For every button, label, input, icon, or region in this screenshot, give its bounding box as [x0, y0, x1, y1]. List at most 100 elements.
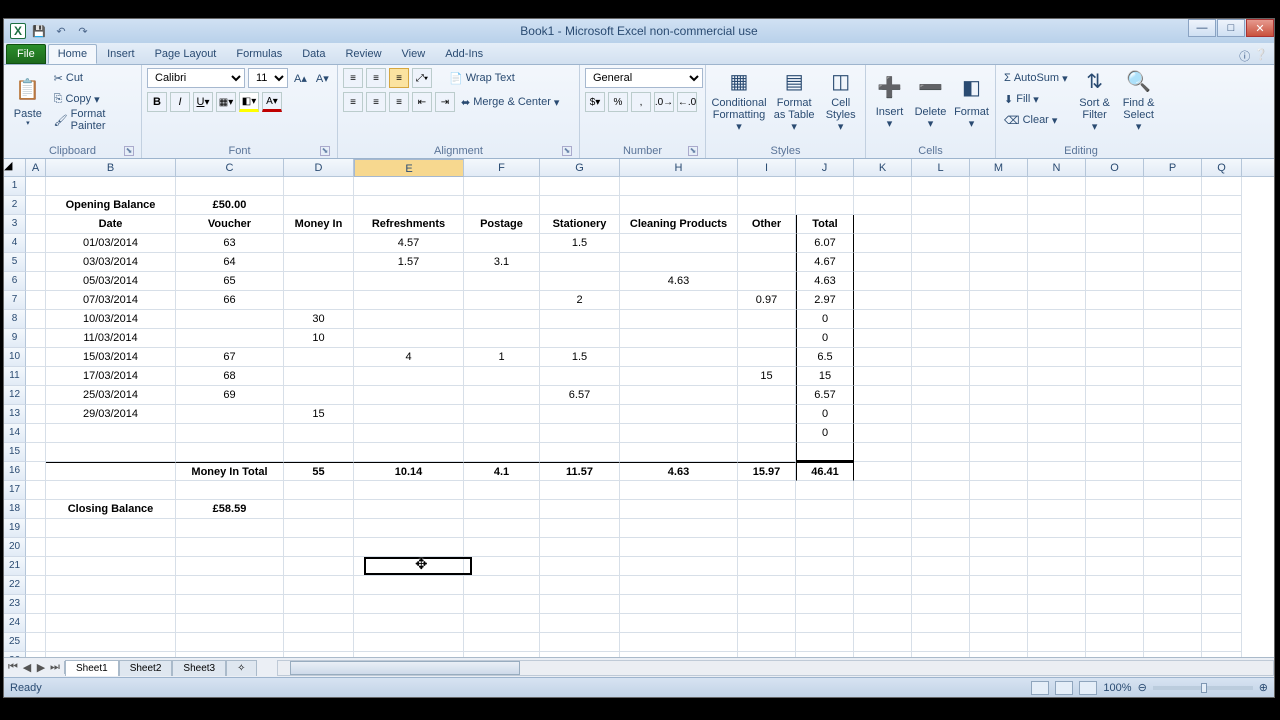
cell[interactable]	[620, 310, 738, 329]
cell[interactable]	[738, 481, 796, 500]
format-cells-button[interactable]: ◧Format▾	[953, 68, 990, 134]
cell[interactable]	[1028, 310, 1086, 329]
cell[interactable]	[354, 177, 464, 196]
cell[interactable]	[354, 196, 464, 215]
cell[interactable]	[540, 481, 620, 500]
cell[interactable]	[46, 576, 176, 595]
cell[interactable]: Date	[46, 215, 176, 234]
col-header[interactable]: A	[26, 159, 46, 177]
cell[interactable]: 4.63	[796, 272, 854, 291]
cell[interactable]	[354, 519, 464, 538]
conditional-formatting-button[interactable]: ▦Conditional Formatting▾	[711, 68, 767, 134]
cell[interactable]	[854, 329, 912, 348]
cell[interactable]	[1028, 519, 1086, 538]
cell[interactable]	[176, 443, 284, 462]
fill-color-button[interactable]: ◧▾	[239, 92, 259, 112]
cell[interactable]	[354, 386, 464, 405]
cell[interactable]	[26, 652, 46, 657]
align-bottom-button[interactable]: ≡	[389, 68, 409, 88]
cell[interactable]	[1028, 595, 1086, 614]
align-middle-button[interactable]: ≡	[366, 68, 386, 88]
cell[interactable]	[540, 595, 620, 614]
cell[interactable]	[46, 443, 176, 462]
cell[interactable]	[796, 595, 854, 614]
cell[interactable]	[26, 329, 46, 348]
cell[interactable]	[26, 253, 46, 272]
cell[interactable]	[464, 177, 540, 196]
cell[interactable]	[970, 519, 1028, 538]
cell[interactable]	[912, 272, 970, 291]
italic-button[interactable]: I	[170, 92, 190, 112]
cell[interactable]	[46, 633, 176, 652]
cell[interactable]	[1202, 310, 1242, 329]
page-layout-view-button[interactable]	[1055, 681, 1073, 695]
cell[interactable]	[1144, 348, 1202, 367]
cell[interactable]	[284, 443, 354, 462]
cell[interactable]	[854, 652, 912, 657]
cell[interactable]	[1028, 462, 1086, 481]
cell[interactable]	[176, 329, 284, 348]
cell[interactable]	[620, 234, 738, 253]
cell[interactable]	[26, 367, 46, 386]
cell[interactable]	[26, 215, 46, 234]
cell[interactable]	[738, 405, 796, 424]
cell[interactable]	[620, 177, 738, 196]
cell[interactable]	[738, 576, 796, 595]
cell[interactable]	[620, 386, 738, 405]
cell[interactable]	[738, 633, 796, 652]
cell[interactable]	[1086, 443, 1144, 462]
cell[interactable]: 6.57	[796, 386, 854, 405]
cell[interactable]	[540, 367, 620, 386]
dec-decimal-button[interactable]: ←.0	[677, 92, 697, 112]
col-header[interactable]: I	[738, 159, 796, 177]
cell[interactable]	[796, 519, 854, 538]
cell[interactable]	[176, 576, 284, 595]
cell[interactable]	[1086, 538, 1144, 557]
cell[interactable]	[854, 234, 912, 253]
cell[interactable]	[1202, 443, 1242, 462]
cell[interactable]	[738, 424, 796, 443]
col-header[interactable]: K	[854, 159, 912, 177]
row-header[interactable]: 25	[4, 633, 26, 652]
delete-cells-button[interactable]: ➖Delete▾	[912, 68, 949, 134]
cell[interactable]	[854, 272, 912, 291]
cell[interactable]	[464, 576, 540, 595]
cell[interactable]	[738, 652, 796, 657]
cell[interactable]	[540, 519, 620, 538]
cell[interactable]	[970, 310, 1028, 329]
cell[interactable]: 4	[354, 348, 464, 367]
cell[interactable]: £58.59	[176, 500, 284, 519]
cell[interactable]	[1144, 386, 1202, 405]
cell[interactable]	[46, 481, 176, 500]
cell[interactable]	[464, 291, 540, 310]
cell[interactable]	[1086, 614, 1144, 633]
cell[interactable]	[1028, 500, 1086, 519]
cell[interactable]	[26, 196, 46, 215]
cell[interactable]	[1028, 424, 1086, 443]
cell[interactable]	[26, 443, 46, 462]
cell[interactable]	[1144, 595, 1202, 614]
cell[interactable]	[970, 614, 1028, 633]
cell[interactable]	[970, 272, 1028, 291]
cell[interactable]	[284, 481, 354, 500]
cell[interactable]	[854, 481, 912, 500]
cell[interactable]	[1086, 196, 1144, 215]
cell[interactable]	[1144, 462, 1202, 481]
cell[interactable]: 67	[176, 348, 284, 367]
cell[interactable]	[26, 595, 46, 614]
save-icon[interactable]: 💾	[30, 22, 48, 40]
cell[interactable]	[912, 386, 970, 405]
cell[interactable]	[284, 633, 354, 652]
cell[interactable]	[354, 500, 464, 519]
cell[interactable]	[1086, 481, 1144, 500]
cell[interactable]	[1028, 557, 1086, 576]
cell[interactable]	[912, 196, 970, 215]
cell[interactable]	[176, 633, 284, 652]
cell[interactable]	[854, 519, 912, 538]
cell[interactable]	[854, 614, 912, 633]
cell[interactable]	[1086, 348, 1144, 367]
cell[interactable]	[1202, 329, 1242, 348]
undo-icon[interactable]: ↶	[52, 22, 70, 40]
row-header[interactable]: 24	[4, 614, 26, 633]
tab-review[interactable]: Review	[335, 44, 391, 64]
